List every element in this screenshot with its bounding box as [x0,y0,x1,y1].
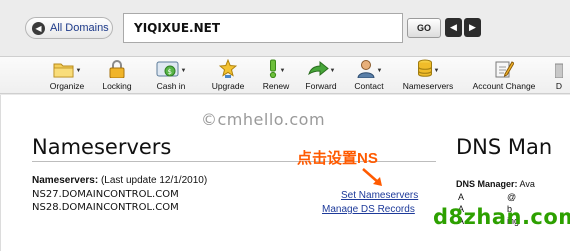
folder-icon [53,63,74,78]
site-watermark: d8zhan.com [433,205,570,229]
chevron-down-icon: ▼ [433,68,440,74]
toolbar-label: Upgrade [211,81,245,91]
domain-toolbar: ▼ Organize Locking $ ▼ Cash in Upgrade ▼… [0,56,570,94]
nameservers-heading: Nameservers [32,135,172,159]
svg-text:$: $ [167,68,171,76]
chevron-down-icon: ▼ [279,68,286,74]
chevron-left-icon: ◀ [450,22,457,32]
toolbar-contact[interactable]: ▼ Contact [350,57,388,95]
toolbar-upgrade[interactable]: Upgrade [208,57,248,95]
domain-details-panel: ©cmhello.com Nameservers Nameservers: (L… [0,95,570,251]
nameserver-2: NS28.DOMAINCONTROL.COM [32,202,179,213]
chevron-down-icon: ▼ [180,68,187,74]
dns-manager-availability: Ava [519,179,535,189]
toolbar-forward[interactable]: ▼ Forward [301,57,341,95]
chevron-down-icon: ▼ [329,68,336,74]
chevron-right-icon: ▶ [469,22,476,32]
dns-record-type: A [458,192,465,202]
forward-arrow-icon [307,60,329,77]
toolbar-label: Nameservers [402,81,454,91]
toolbar-organize[interactable]: ▼ Organize [46,57,88,95]
nameserver-1: NS27.DOMAINCONTROL.COM [32,189,179,200]
dns-manager-label: DNS Manager: [456,179,518,189]
next-domain-button[interactable]: ▶ [464,18,481,37]
nameservers-label: Nameservers: [32,175,99,186]
annotation-text: 点击设置NS [297,150,378,167]
toolbar-label: Locking [102,81,132,91]
cash-in-icon: $ [156,61,179,77]
annotation-arrow-icon [362,168,382,186]
all-domains-button[interactable]: ◀ All Domains [25,17,113,39]
nameservers-status-line: Nameservers: (Last update 12/1/2010) [32,175,207,186]
chevron-down-icon: ▼ [376,68,383,74]
lock-icon [109,60,125,78]
toolbar-label: Account Change [472,81,536,91]
dns-manager-heading: DNS Man [456,135,553,159]
manage-ds-records-link[interactable]: Manage DS Records [322,204,415,215]
account-change-icon [495,61,514,78]
previous-domain-button[interactable]: ◀ [445,18,462,37]
toolbar-label: Renew [262,81,290,91]
toolbar-renew[interactable]: ▼ Renew [259,57,293,95]
watermark-text: ©cmhello.com [201,110,326,129]
dns-manager-status-line: DNS Manager: Ava [456,179,535,189]
chevron-down-icon: ▼ [75,68,82,74]
toolbar-truncated-item[interactable]: D [552,57,566,95]
top-bar: ◀ All Domains YIQIXUE.NET GO ◀ ▶ [0,0,570,56]
toolbar-label: Cash in [156,81,186,91]
dns-record-host: @ [507,192,517,202]
toolbar-label: D [555,81,563,91]
toolbar-nameservers[interactable]: ▼ Nameservers [399,57,457,95]
upgrade-star-icon [219,59,237,78]
domain-input[interactable]: YIQIXUE.NET [123,13,403,43]
toolbar-account-change[interactable]: Account Change [468,57,540,95]
toolbar-locking[interactable]: Locking [98,57,136,95]
truncated-icon [555,63,563,78]
all-domains-label: All Domains [50,22,109,34]
last-update-text: (Last update 12/1/2010) [100,175,208,186]
go-button[interactable]: GO [407,18,441,38]
toolbar-label: Contact [354,81,384,91]
renew-exclamation-icon [269,59,276,78]
contact-person-icon [357,60,375,78]
toolbar-label: Organize [49,81,85,91]
toolbar-cash-in[interactable]: $ ▼ Cash in [152,57,190,95]
nameservers-db-icon [417,59,432,77]
toolbar-label: Forward [305,81,337,91]
back-arrow-icon: ◀ [32,21,45,35]
set-nameservers-link[interactable]: Set Nameservers [341,190,418,201]
